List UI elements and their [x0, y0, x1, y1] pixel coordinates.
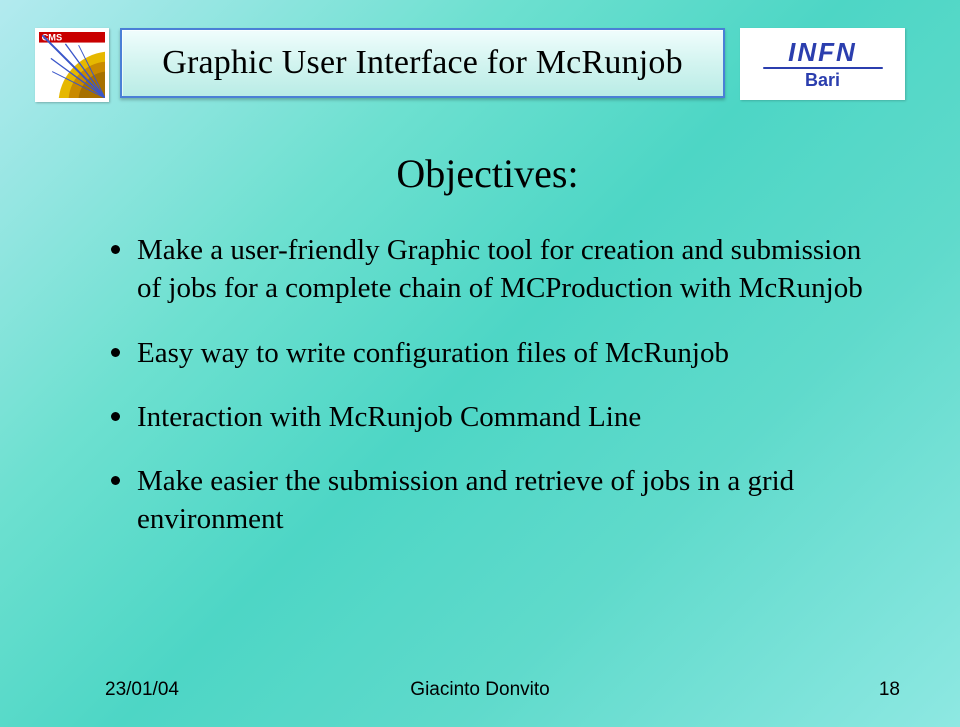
list-item: Interaction with McRunjob Command Line — [105, 398, 870, 436]
infn-logo: INFN Bari — [740, 28, 905, 100]
bullet-list: Make a user-friendly Graphic tool for cr… — [105, 231, 870, 539]
footer-date: 23/01/04 — [105, 679, 179, 701]
infn-word: INFN — [788, 39, 857, 65]
cms-logo: CMS — [35, 28, 109, 102]
infn-divider — [763, 67, 883, 69]
footer-author: Giacinto Donvito — [410, 679, 549, 701]
slide-title-box: Graphic User Interface for McRunjob — [120, 28, 725, 98]
footer-page: 18 — [879, 679, 900, 701]
section-heading: Objectives: — [105, 150, 870, 197]
slide-title: Graphic User Interface for McRunjob — [162, 44, 683, 82]
list-item: Make a user-friendly Graphic tool for cr… — [105, 231, 870, 308]
infn-sub: Bari — [805, 71, 840, 89]
slide-content: Objectives: Make a user-friendly Graphic… — [105, 150, 870, 565]
list-item: Make easier the submission and retrieve … — [105, 462, 870, 539]
slide-footer: 23/01/04 Giacinto Donvito 18 — [0, 679, 960, 701]
list-item: Easy way to write configuration files of… — [105, 334, 870, 372]
